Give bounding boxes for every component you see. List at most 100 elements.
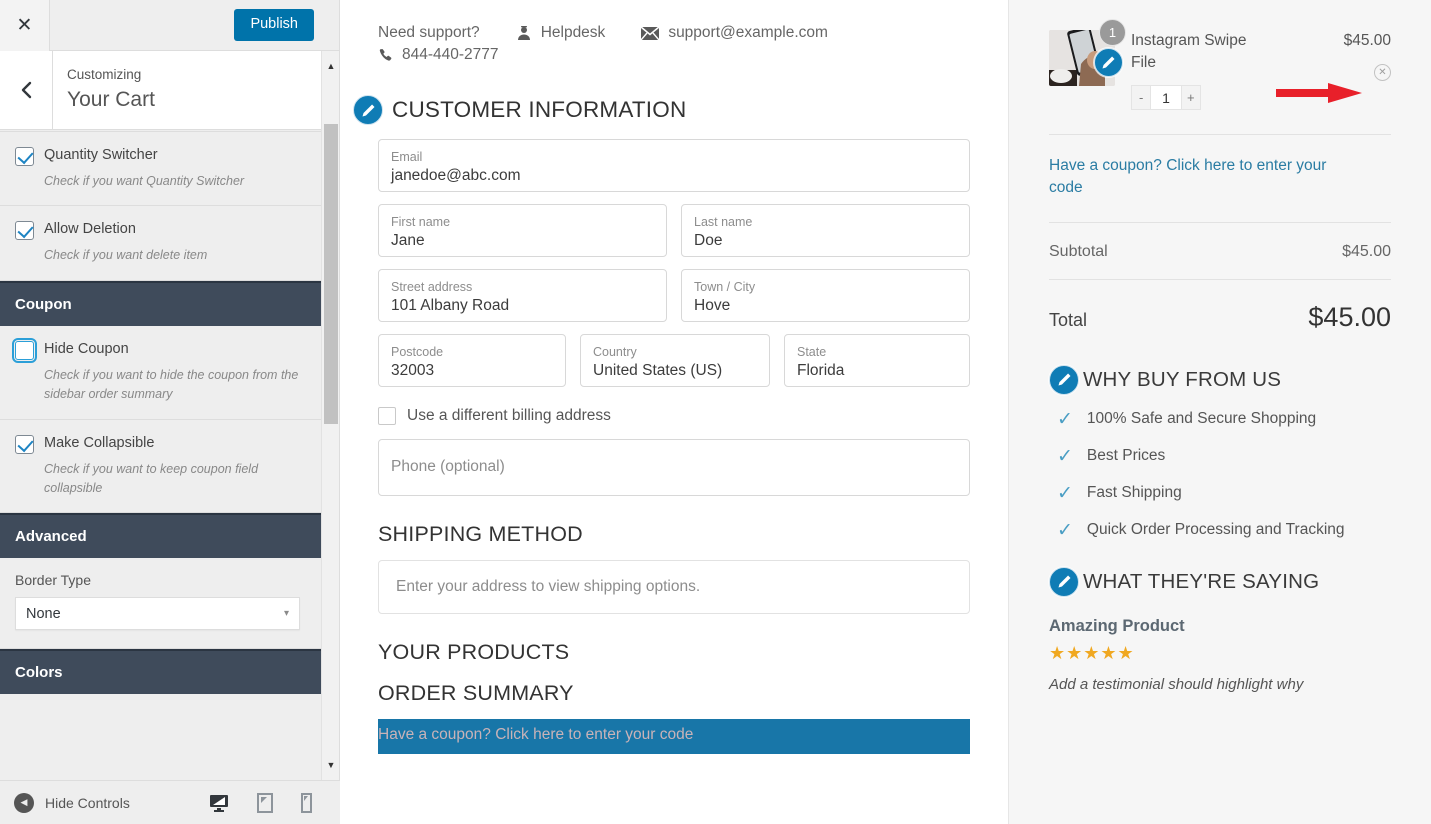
first-name-label: First name xyxy=(391,215,451,229)
make-collapsible-description: Check if you want to keep coupon field c… xyxy=(44,461,259,495)
customer-information-form: Email janedoe@abc.com First name Jane La… xyxy=(340,139,1008,754)
allow-deletion-label: Allow Deletion xyxy=(44,221,136,238)
control-quantity-switcher[interactable]: Quantity Switcher Check if you want Quan… xyxy=(0,131,321,207)
quantity-value[interactable]: 1 xyxy=(1151,85,1181,110)
phone-field[interactable]: Phone (optional) xyxy=(378,439,970,496)
close-customizer-button[interactable]: ✕ xyxy=(0,0,50,51)
testimonials-heading: WHAT THEY'RE SAYING xyxy=(1083,569,1320,593)
remove-item-icon[interactable]: ✕ xyxy=(1374,64,1391,81)
control-allow-deletion[interactable]: Allow Deletion Check if you want delete … xyxy=(0,206,321,281)
sidebar-coupon-link[interactable]: Have a coupon? Click here to enter your … xyxy=(1049,135,1349,222)
last-name-value: Doe xyxy=(694,232,723,250)
support-phone-link[interactable]: 844-440-2777 xyxy=(378,46,499,64)
section-advanced[interactable]: Advanced xyxy=(0,513,321,559)
town-city-label: Town / City xyxy=(694,280,756,294)
benefit-item: ✓ Fast Shipping xyxy=(1049,475,1391,512)
town-city-field[interactable]: Town / City Hove xyxy=(681,269,970,322)
country-value: United States (US) xyxy=(593,362,723,380)
mobile-icon[interactable] xyxy=(301,792,312,813)
scroll-up-arrow-icon[interactable]: ▲ xyxy=(322,57,340,75)
street-address-label: Street address xyxy=(391,280,473,294)
scroll-down-arrow-icon[interactable]: ▼ xyxy=(322,756,340,774)
benefit-label: Best Prices xyxy=(1086,447,1166,465)
name-row: First name Jane Last name Doe xyxy=(378,204,970,257)
customer-information-heading-row: CUSTOMER INFORMATION xyxy=(340,95,1008,125)
support-phone: 844-440-2777 xyxy=(402,46,499,63)
border-type-select[interactable]: None ▾ xyxy=(15,597,300,631)
region-row: Postcode 32003 Country United States (US… xyxy=(378,334,970,387)
your-products-heading: YOUR PRODUCTS xyxy=(378,640,570,664)
total-value: $45.00 xyxy=(1308,301,1391,332)
subtotal-row: Subtotal $45.00 xyxy=(1049,223,1391,279)
email-value: janedoe@abc.com xyxy=(391,167,521,185)
email-field[interactable]: Email janedoe@abc.com xyxy=(378,139,970,192)
testimonial-text: Add a testimonial should highlight why xyxy=(1049,675,1304,693)
red-arrow-annotation xyxy=(1276,83,1362,103)
benefit-label: 100% Safe and Secure Shopping xyxy=(1086,410,1317,428)
benefit-item: ✓ Best Prices xyxy=(1049,438,1391,475)
phone-row: 844-440-2777 xyxy=(340,46,1008,64)
coupon-bar-link[interactable]: Have a coupon? Click here to enter your … xyxy=(378,719,970,754)
billing-address-row[interactable]: Use a different billing address xyxy=(378,407,970,425)
allow-deletion-description: Check if you want delete item xyxy=(44,248,208,263)
hide-coupon-checkbox[interactable] xyxy=(12,337,37,363)
country-field[interactable]: Country United States (US) xyxy=(580,334,770,387)
helpdesk-label: Helpdesk xyxy=(540,24,606,41)
postcode-field[interactable]: Postcode 32003 xyxy=(378,334,566,387)
support-email-link[interactable]: support@example.com xyxy=(641,24,828,42)
edit-pencil-icon-why-buy[interactable] xyxy=(1049,364,1079,395)
hide-controls-icon[interactable]: ◀ xyxy=(14,792,34,813)
control-hide-coupon[interactable]: Hide Coupon Check if you want to hide th… xyxy=(0,325,321,420)
benefit-item: ✓ Quick Order Processing and Tracking xyxy=(1049,512,1391,549)
need-support-label: Need support? xyxy=(378,24,480,41)
hide-coupon-description: Check if you want to hide the coupon fro… xyxy=(44,367,299,402)
rating-stars: ★★★★★ xyxy=(1049,642,1135,663)
customizer-controls-scroll[interactable]: Quantity Switcher Check if you want Quan… xyxy=(0,131,321,780)
border-type-value: None xyxy=(26,605,61,622)
customizer-bottombar: ◀ Hide Controls xyxy=(0,780,340,824)
make-collapsible-checkbox[interactable] xyxy=(15,434,34,454)
quantity-switcher-label: Quantity Switcher xyxy=(44,147,158,163)
phone-icon xyxy=(378,48,393,63)
state-label: State xyxy=(797,345,827,359)
shipping-method-message: Enter your address to view shipping opti… xyxy=(378,560,970,614)
state-field[interactable]: State Florida xyxy=(784,334,970,387)
total-row: Total $45.00 xyxy=(1049,280,1391,355)
last-name-field[interactable]: Last name Doe xyxy=(681,204,970,257)
check-icon: ✓ xyxy=(1057,519,1073,541)
edit-pencil-icon-cart-item[interactable] xyxy=(1094,48,1123,77)
postcode-label: Postcode xyxy=(391,345,444,359)
allow-deletion-checkbox[interactable] xyxy=(15,221,34,241)
publish-button[interactable]: Publish xyxy=(234,9,314,41)
tablet-icon[interactable] xyxy=(257,792,273,813)
customizer-panel: ✕ Publish Customizing Your Cart Quantity… xyxy=(0,0,340,824)
testimonial-title: Amazing Product xyxy=(1049,616,1185,635)
desktop-icon[interactable] xyxy=(209,793,229,813)
country-label: Country xyxy=(593,345,637,359)
section-colors[interactable]: Colors xyxy=(0,649,321,695)
different-billing-label: Use a different billing address xyxy=(407,407,611,424)
scrollbar-thumb[interactable] xyxy=(324,124,338,424)
first-name-field[interactable]: First name Jane xyxy=(378,204,667,257)
quantity-decrement-button[interactable]: - xyxy=(1131,85,1152,110)
customizer-titles: Customizing Your Cart xyxy=(53,65,155,115)
back-button[interactable] xyxy=(0,50,53,130)
device-preview-buttons xyxy=(209,792,326,813)
different-billing-checkbox[interactable] xyxy=(378,407,396,425)
edit-pencil-icon-testimonials[interactable] xyxy=(1049,566,1079,597)
customizer-scrollbar[interactable]: ▲ ▼ xyxy=(321,51,339,780)
first-name-value: Jane xyxy=(391,232,425,250)
quantity-switcher-checkbox[interactable] xyxy=(15,147,34,166)
subtotal-label: Subtotal xyxy=(1049,242,1108,260)
control-make-collapsible[interactable]: Make Collapsible Check if you want to ke… xyxy=(0,419,321,514)
total-label: Total xyxy=(1049,309,1088,330)
quantity-increment-button[interactable]: + xyxy=(1180,85,1201,110)
street-address-field[interactable]: Street address 101 Albany Road xyxy=(378,269,667,322)
hide-controls-label[interactable]: Hide Controls xyxy=(45,795,130,811)
checkout-main-column: Need support? Helpdesk support@example.c… xyxy=(340,0,1008,824)
helpdesk-link[interactable]: Helpdesk xyxy=(516,24,606,42)
check-icon: ✓ xyxy=(1057,408,1073,430)
section-coupon[interactable]: Coupon xyxy=(0,280,321,326)
order-summary-sidebar: 1 Instagram Swipe File - 1 + $45.00 ✕ Ha… xyxy=(1008,0,1431,824)
edit-pencil-icon[interactable] xyxy=(353,95,383,125)
